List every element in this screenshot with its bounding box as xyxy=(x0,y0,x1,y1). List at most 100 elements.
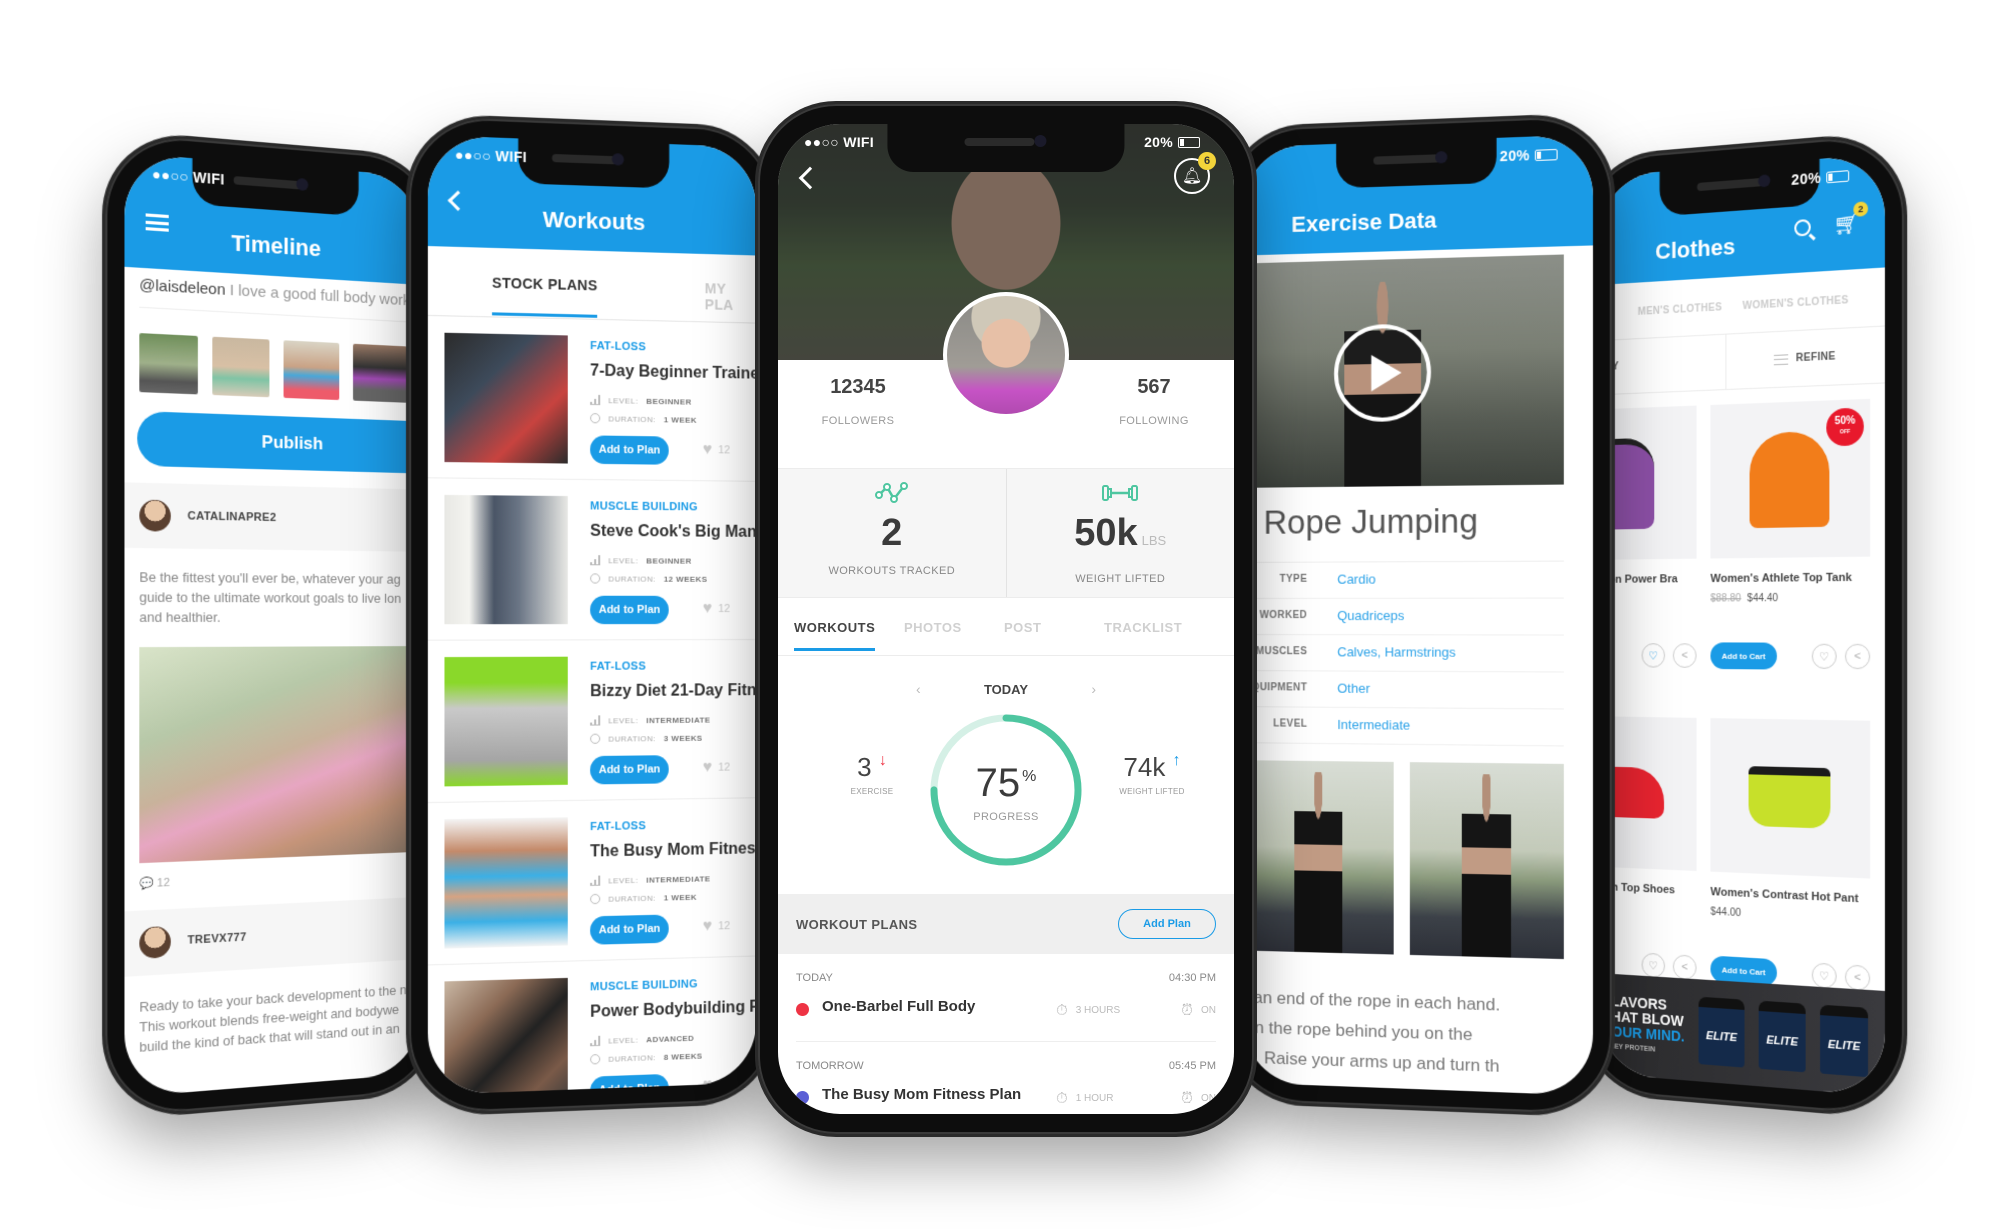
post-username[interactable]: TREVX777 xyxy=(187,931,246,947)
product-image[interactable] xyxy=(1599,715,1697,871)
avatar[interactable] xyxy=(139,925,171,960)
workout-plan-category: MUSCLE BUILDING xyxy=(590,978,698,994)
product-grid: Limited Edition Power BraAdd to Cart♡<50… xyxy=(1599,398,1871,1026)
detail-value[interactable]: Quadriceps xyxy=(1337,608,1404,623)
duration-value: 3 WEEKS xyxy=(663,733,703,743)
workout-plan-item[interactable]: FAT-LOSS 7-Day Beginner Trainer LEVEL: BEGI… xyxy=(427,315,757,482)
publish-button[interactable]: Publish xyxy=(137,410,421,475)
add-to-plan-button[interactable]: Add to Plan xyxy=(590,595,669,625)
share-icon[interactable]: < xyxy=(1844,964,1871,992)
following-stat[interactable]: 567 FOLLOWING xyxy=(1084,376,1224,427)
plan-alarm[interactable]: ⏰︎ ON xyxy=(1181,1002,1216,1019)
product-name[interactable]: Women's Athlete Top Tank xyxy=(1710,571,1870,586)
status-battery: 20% xyxy=(1500,146,1558,164)
like-button[interactable]: ♥ 12 xyxy=(703,441,731,459)
heart-icon[interactable]: ♡ xyxy=(1811,643,1837,669)
product-card[interactable]: Women's Contrast Hot Pant $44.00 Add to Ca… xyxy=(1710,718,1871,1026)
workout-plan-name: Steve Cook's Big Man On xyxy=(590,522,757,541)
add-plan-button[interactable]: Add Plan xyxy=(1118,909,1216,939)
profile-avatar[interactable] xyxy=(943,292,1069,418)
followers-stat[interactable]: 12345 FOLLOWERS xyxy=(788,376,928,427)
attachment-thumb[interactable] xyxy=(283,340,340,401)
comment-count[interactable]: 💬 12 xyxy=(139,876,169,896)
workout-plan-item[interactable]: MUSCLE BUILDING Power Bodybuilding Prog LE… xyxy=(427,956,757,1095)
product-name[interactable]: Women's High Top Shoes xyxy=(1599,878,1696,897)
sort-by-button[interactable]: SORT BY xyxy=(1599,335,1725,396)
detail-value[interactable]: Cardio xyxy=(1337,571,1376,586)
battery-level: 20% xyxy=(1791,169,1822,189)
plan-duration-value: 1 HOUR xyxy=(1075,1093,1114,1104)
post-photo[interactable] xyxy=(139,646,421,864)
tab-tracklist[interactable]: TRACKLIST xyxy=(1104,620,1182,635)
step-photo[interactable] xyxy=(1409,762,1564,960)
chevron-right-icon[interactable]: › xyxy=(1091,681,1096,697)
workout-plan-item[interactable]: FAT-LOSS Bizzy Diet 21-Day Fitnes LEVEL: IN… xyxy=(427,640,757,804)
add-to-cart-button[interactable]: Add to Cart xyxy=(1710,642,1777,670)
compose-input[interactable]: @laisdeleon I love a good full body work xyxy=(139,276,421,324)
clothes-screen: 20% Clothes 🛒︎2 ALL CLOTHES MEN'S CLOTHE… xyxy=(1599,153,1885,1097)
status-signal: ●●○○ WIFI xyxy=(804,134,874,150)
tab-photos[interactable]: PHOTOS xyxy=(904,620,962,635)
avatar[interactable] xyxy=(139,499,171,532)
level-value: INTERMEDIATE xyxy=(646,715,711,725)
product-card[interactable]: Women's High Top ShoesAdd to Cart♡< xyxy=(1599,715,1697,1013)
workout-plan-item[interactable]: MUSCLE BUILDING Steve Cook's Big Man On LE… xyxy=(427,478,757,641)
post-text: Be the fittest you'll ever be, whatever … xyxy=(139,567,421,627)
tab-womens-clothes[interactable]: WOMEN'S CLOTHES xyxy=(1742,295,1848,312)
phone-notch xyxy=(1336,137,1497,189)
workout-plan-duration: DURATION: 8 WEEKS xyxy=(590,1050,703,1065)
workout-plan-duration: DURATION: 12 WEEKS xyxy=(590,573,707,584)
attachment-thumb[interactable] xyxy=(353,343,408,403)
detail-value[interactable]: Calves, Harmstrings xyxy=(1337,644,1455,660)
exercise-video[interactable] xyxy=(1243,254,1564,488)
like-button[interactable]: ♥ 12 xyxy=(703,1076,731,1095)
refine-button[interactable]: REFINE xyxy=(1724,326,1885,390)
product-card[interactable]: 50% OFF Women's Athlete Top Tank $88.80 $44.… xyxy=(1710,398,1871,704)
share-icon[interactable]: < xyxy=(1672,643,1697,668)
attachment-thumb[interactable] xyxy=(139,333,198,395)
like-button[interactable]: ♥ 12 xyxy=(703,600,731,618)
share-icon[interactable]: < xyxy=(1672,954,1697,981)
like-button[interactable]: ♥ 12 xyxy=(703,759,731,777)
post-username[interactable]: CATALINAPRE2 xyxy=(187,510,276,524)
plan-duration: ⏱︎ 1 HOUR xyxy=(1056,1090,1114,1107)
search-icon[interactable] xyxy=(1793,218,1811,237)
product-card[interactable]: Limited Edition Power Bra Add to Cart♡< xyxy=(1599,405,1697,702)
promo-banner[interactable]: FLAVORS THAT BLOW YOUR MIND. WHEY PROTEI… xyxy=(1599,973,1885,1097)
add-to-plan-button[interactable]: Add to Plan xyxy=(590,755,669,785)
workouts-tracked-value: 2 xyxy=(881,512,903,554)
detail-value[interactable]: Other xyxy=(1337,681,1370,696)
plan-row[interactable]: TOMORROW 05:45 PM The Busy Mom Fitness P… xyxy=(796,1042,1216,1114)
product-name[interactable]: Limited Edition Power Bra xyxy=(1599,573,1696,586)
tab-workouts[interactable]: WORKOUTS xyxy=(794,620,876,651)
chevron-left-icon[interactable]: ‹ xyxy=(916,681,921,697)
like-button[interactable]: ♥ 12 xyxy=(703,917,731,936)
following-label: FOLLOWING xyxy=(1119,415,1189,427)
cart-icon[interactable]: 🛒︎ 2 xyxy=(1833,201,1869,238)
tab-post[interactable]: POST xyxy=(1004,620,1041,635)
share-icon[interactable]: < xyxy=(1844,643,1871,670)
add-to-plan-button[interactable]: Add to Plan xyxy=(590,435,669,465)
tab-stock-plans[interactable]: STOCK PLANS xyxy=(492,274,598,293)
workout-plan-item[interactable]: FAT-LOSS The Busy Mom Fitness Pl LEVEL: INT… xyxy=(427,798,757,966)
product-image[interactable]: 50% OFF xyxy=(1710,398,1871,559)
heart-icon[interactable]: ♡ xyxy=(1811,962,1837,989)
tab-my-plans[interactable]: MY PLA xyxy=(705,280,757,313)
like-count: 12 xyxy=(718,761,731,774)
product-image[interactable] xyxy=(1599,405,1697,561)
product-name[interactable]: Women's Contrast Hot Pant xyxy=(1710,886,1870,906)
activity-graph-icon xyxy=(778,479,1006,513)
workout-plan-category: FAT-LOSS xyxy=(590,340,647,354)
add-to-plan-button[interactable]: Add to Plan xyxy=(590,1073,669,1095)
tab-mens-clothes[interactable]: MEN'S CLOTHES xyxy=(1638,302,1722,318)
detail-value[interactable]: Intermediate xyxy=(1337,717,1410,733)
plan-alarm[interactable]: ⏰︎ ON xyxy=(1181,1090,1216,1107)
add-to-plan-button[interactable]: Add to Plan xyxy=(590,914,669,945)
plan-row[interactable]: TODAY 04:30 PM One-Barbel Full Body ⏱︎ 3 … xyxy=(796,954,1216,1042)
attachment-thumb[interactable] xyxy=(212,336,270,398)
heart-icon[interactable]: ♡ xyxy=(1641,643,1666,668)
play-icon[interactable] xyxy=(1334,323,1432,423)
step-photo[interactable] xyxy=(1243,760,1394,955)
product-image[interactable] xyxy=(1710,718,1871,879)
heart-icon[interactable]: ♡ xyxy=(1641,952,1666,979)
